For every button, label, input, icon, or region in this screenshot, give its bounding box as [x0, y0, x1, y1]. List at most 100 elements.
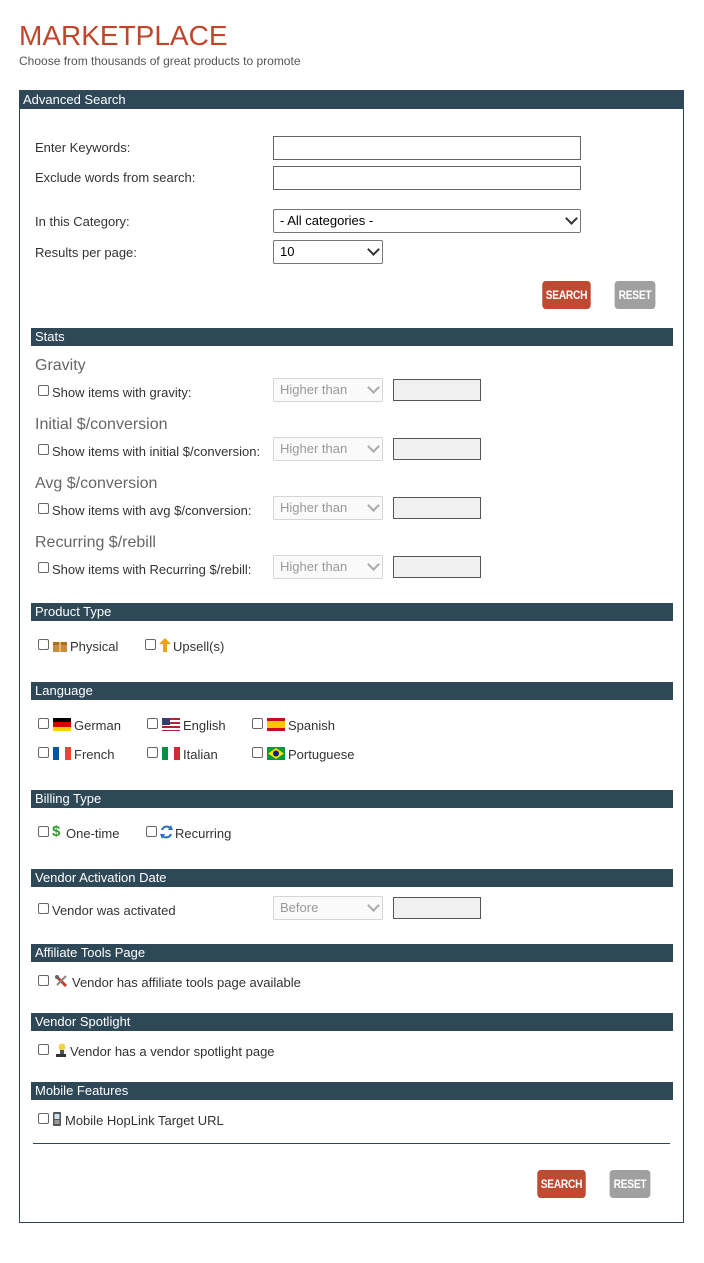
mobile-hoplink-checkbox[interactable] — [38, 1113, 49, 1124]
product-type-header: Product Type — [31, 603, 673, 621]
portuguese-checkbox[interactable] — [252, 747, 263, 758]
language-header: Language — [31, 682, 673, 700]
keywords-input[interactable] — [273, 136, 581, 160]
initial-checkbox[interactable] — [38, 444, 49, 455]
gravity-heading: Gravity — [35, 357, 86, 374]
vendor-activated-compare-select[interactable]: Before — [273, 896, 383, 920]
affiliate-tools-label: Vendor has affiliate tools page availabl… — [72, 975, 301, 990]
vendor-spotlight-title: Vendor Spotlight — [35, 1014, 131, 1029]
french-checkbox[interactable] — [38, 747, 49, 758]
portuguese-label: Portuguese — [288, 747, 355, 762]
gravity-checkbox[interactable] — [38, 385, 49, 396]
german-checkbox[interactable] — [38, 718, 49, 729]
initial-label: Show items with initial $/conversion: — [52, 444, 261, 459]
recurring-compare-select[interactable]: Higher than — [273, 555, 383, 579]
upsells-checkbox[interactable] — [145, 639, 156, 650]
avg-compare-value: Higher than — [280, 500, 348, 515]
french-label: French — [74, 747, 115, 762]
vendor-spotlight-checkbox[interactable] — [38, 1044, 49, 1055]
chevron-down-icon — [367, 899, 380, 912]
recurring-billing-checkbox[interactable] — [146, 826, 157, 837]
vendor-activated-date-input[interactable] — [393, 897, 481, 919]
recurring-billing-label: Recurring — [175, 826, 232, 841]
gravity-compare-select[interactable]: Higher than — [273, 378, 383, 402]
advanced-search-title: Advanced Search — [23, 92, 126, 107]
chevron-down-icon — [367, 558, 380, 571]
stats-header: Stats — [31, 328, 673, 346]
vendor-spotlight-header: Vendor Spotlight — [31, 1013, 673, 1031]
german-label: German — [74, 718, 121, 733]
vendor-activation-header: Vendor Activation Date — [31, 869, 673, 887]
exclude-input[interactable] — [273, 166, 581, 190]
physical-checkbox[interactable] — [38, 639, 49, 650]
vendor-activated-compare-value: Before — [280, 900, 319, 915]
mobile-features-title: Mobile Features — [35, 1083, 129, 1098]
page-title: MARKETPLACE — [19, 20, 228, 51]
english-label: English — [183, 718, 226, 733]
spain-flag-icon — [267, 718, 285, 731]
mobile-features-header: Mobile Features — [31, 1082, 673, 1100]
avg-checkbox[interactable] — [38, 503, 49, 514]
italian-checkbox[interactable] — [147, 747, 158, 758]
stats-title: Stats — [35, 329, 65, 344]
france-flag-icon — [53, 747, 71, 760]
affiliate-tools-header: Affiliate Tools Page — [31, 944, 673, 962]
chevron-down-icon — [367, 440, 380, 453]
page-subtitle: Choose from thousands of great products … — [19, 54, 301, 68]
vendor-spotlight-label: Vendor has a vendor spotlight page — [70, 1044, 275, 1059]
tools-icon — [54, 974, 68, 988]
gravity-label: Show items with gravity: — [52, 385, 192, 400]
gravity-value-input[interactable] — [393, 379, 481, 401]
advanced-search-header: Advanced Search — [19, 90, 684, 109]
dollar-icon: $ — [52, 823, 61, 840]
upsells-label: Upsell(s) — [173, 639, 225, 654]
recurring-value-input[interactable] — [393, 556, 481, 578]
footer-reset-button[interactable]: RESET — [609, 1170, 651, 1198]
affiliate-tools-title: Affiliate Tools Page — [35, 945, 146, 960]
initial-compare-select[interactable]: Higher than — [273, 437, 383, 461]
spanish-checkbox[interactable] — [252, 718, 263, 729]
spanish-label: Spanish — [288, 718, 335, 733]
keywords-label: Enter Keywords: — [35, 140, 131, 155]
affiliate-tools-checkbox[interactable] — [38, 975, 49, 986]
box-icon — [53, 642, 67, 652]
avg-label: Show items with avg $/conversion: — [52, 503, 252, 518]
initial-compare-value: Higher than — [280, 441, 348, 456]
arrow-up-icon — [159, 638, 171, 652]
search-button[interactable]: SEARCH — [542, 281, 591, 309]
recurring-compare-value: Higher than — [280, 559, 348, 574]
avg-value-input[interactable] — [393, 497, 481, 519]
avg-compare-select[interactable]: Higher than — [273, 496, 383, 520]
exclude-label: Exclude words from search: — [35, 170, 196, 185]
vendor-activated-checkbox[interactable] — [38, 903, 49, 914]
recurring-stat-label: Show items with Recurring $/rebill: — [52, 562, 252, 577]
italian-label: Italian — [183, 747, 218, 762]
results-select[interactable]: 10 — [273, 240, 383, 264]
category-select[interactable]: - All categories - — [273, 209, 581, 233]
product-type-title: Product Type — [35, 604, 112, 619]
avg-heading: Avg $/conversion — [35, 475, 158, 492]
category-select-value: - All categories - — [280, 213, 374, 228]
footer-search-button[interactable]: SEARCH — [537, 1170, 586, 1198]
reset-button[interactable]: RESET — [614, 281, 656, 309]
vendor-activated-label: Vendor was activated — [52, 903, 176, 918]
initial-value-input[interactable] — [393, 438, 481, 460]
recurring-heading: Recurring $/rebill — [35, 534, 156, 551]
chevron-down-icon — [565, 212, 578, 225]
brazil-flag-icon — [267, 747, 285, 760]
english-checkbox[interactable] — [147, 718, 158, 729]
chevron-down-icon — [367, 381, 380, 394]
us-flag-icon — [162, 718, 180, 731]
spotlight-icon — [56, 1043, 66, 1057]
vendor-activation-title: Vendor Activation Date — [35, 870, 167, 885]
results-label: Results per page: — [35, 245, 137, 260]
physical-label: Physical — [70, 639, 119, 654]
gravity-compare-value: Higher than — [280, 382, 348, 397]
billing-type-header: Billing Type — [31, 790, 673, 808]
onetime-checkbox[interactable] — [38, 826, 49, 837]
results-select-value: 10 — [280, 244, 295, 259]
language-title: Language — [35, 683, 93, 698]
mobile-phone-icon — [53, 1112, 61, 1126]
recurring-stat-checkbox[interactable] — [38, 562, 49, 573]
initial-heading: Initial $/conversion — [35, 416, 168, 433]
